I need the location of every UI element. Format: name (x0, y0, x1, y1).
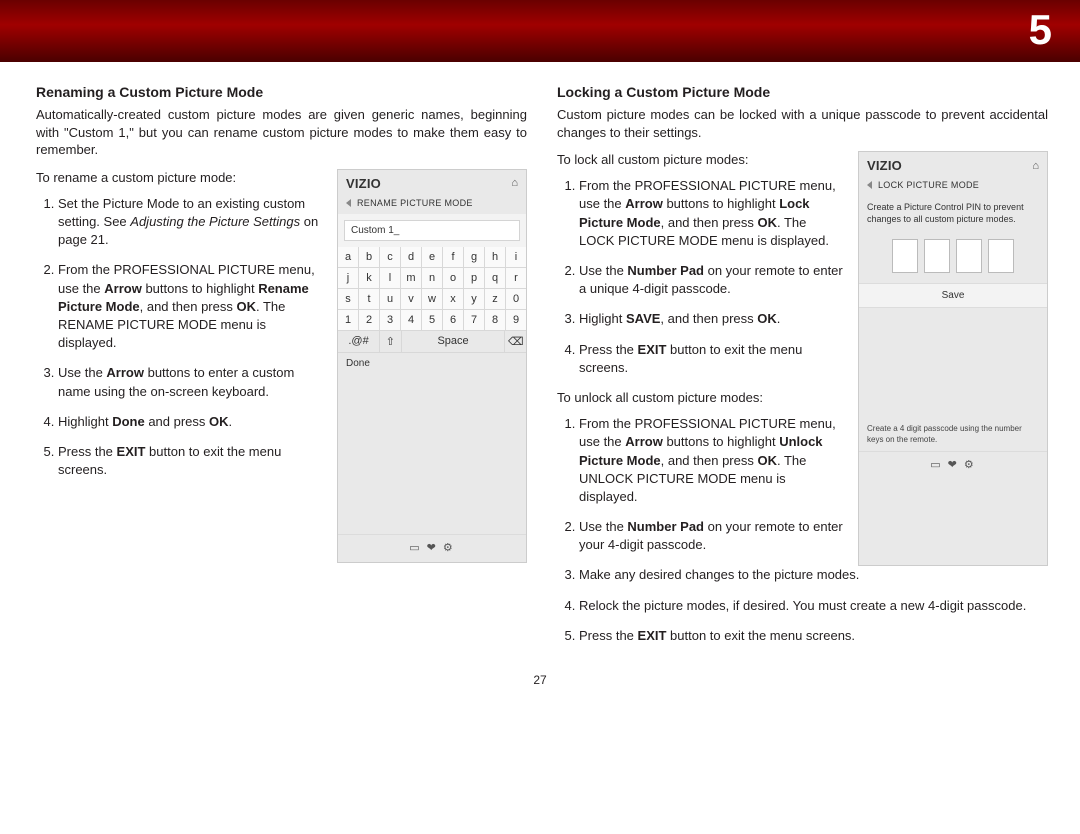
key[interactable]: u (380, 289, 401, 309)
left-lead: To rename a custom picture mode: (36, 169, 323, 187)
list-item: Set the Picture Mode to an existing cust… (58, 195, 323, 250)
page-number: 27 (0, 673, 1080, 697)
list-item: Press the EXIT button to exit the menu s… (579, 341, 844, 377)
key[interactable]: a (338, 247, 359, 267)
screen-footer-icons: ▭ ❤ ⚙ (338, 534, 526, 562)
key[interactable]: r (506, 268, 526, 288)
key[interactable]: x (443, 289, 464, 309)
list-item: From the PROFESSIONAL PICTURE menu, use … (579, 415, 844, 506)
key[interactable]: d (401, 247, 422, 267)
key[interactable]: 3 (380, 310, 401, 330)
key[interactable]: h (485, 247, 506, 267)
key[interactable]: l (380, 268, 401, 288)
chapter-number: 5 (1029, 6, 1052, 53)
pin-digit[interactable] (988, 239, 1014, 273)
key[interactable]: g (464, 247, 485, 267)
back-icon (867, 181, 872, 189)
pin-entry[interactable] (859, 233, 1047, 283)
screen-subtitle: LOCK PICTURE MODE (878, 180, 979, 190)
pin-digit[interactable] (924, 239, 950, 273)
chapter-bar: 5 (0, 0, 1080, 62)
key[interactable]: 6 (443, 310, 464, 330)
home-icon: ⌂ (511, 177, 518, 189)
key[interactable]: w (422, 289, 443, 309)
key[interactable]: n (422, 268, 443, 288)
left-section-title: Renaming a Custom Picture Mode (36, 84, 527, 100)
key[interactable]: 2 (359, 310, 380, 330)
lock-steps: From the PROFESSIONAL PICTURE menu, use … (557, 177, 844, 377)
key[interactable]: p (464, 268, 485, 288)
key[interactable]: 1 (338, 310, 359, 330)
key-done[interactable]: Done (338, 352, 526, 374)
right-section-title: Locking a Custom Picture Mode (557, 84, 1048, 100)
right-column: Locking a Custom Picture Mode Custom pic… (557, 84, 1048, 657)
key[interactable]: 8 (485, 310, 506, 330)
lock-footnote: Create a 4 digit passcode using the numb… (859, 418, 1047, 451)
list-item: Higlight SAVE, and then press OK. (579, 310, 844, 328)
back-icon (346, 199, 351, 207)
lock-screen: VIZIO ⌂ LOCK PICTURE MODE Create a Pictu… (858, 151, 1048, 566)
screen-logo: VIZIO (346, 176, 381, 191)
key[interactable]: 5 (422, 310, 443, 330)
key[interactable]: o (443, 268, 464, 288)
right-lead-lock: To lock all custom picture modes: (557, 151, 844, 169)
key[interactable]: f (443, 247, 464, 267)
key-backspace[interactable]: ⌫ (505, 331, 526, 352)
key[interactable]: k (359, 268, 380, 288)
key-shift[interactable]: ⇧ (380, 331, 402, 352)
key[interactable]: i (506, 247, 526, 267)
key[interactable]: j (338, 268, 359, 288)
screen-footer-icons: ▭ ❤ ⚙ (859, 451, 1047, 479)
pin-digit[interactable] (892, 239, 918, 273)
list-item: Highlight Done and press OK. (58, 413, 323, 431)
list-item: Relock the picture modes, if desired. Yo… (579, 597, 1048, 615)
key[interactable]: 7 (464, 310, 485, 330)
save-button[interactable]: Save (859, 283, 1047, 308)
right-lead-unlock: To unlock all custom picture modes: (557, 389, 844, 407)
onscreen-keyboard[interactable]: abcdefghi jklmnopqr stuvwxyz0 123456789 (338, 247, 526, 330)
list-item: Press the EXIT button to exit the menu s… (58, 443, 323, 479)
key[interactable]: c (380, 247, 401, 267)
keyboard-bottom-row: .@# ⇧ Space ⌫ (338, 330, 526, 352)
key[interactable]: s (338, 289, 359, 309)
home-icon: ⌂ (1032, 160, 1039, 172)
key[interactable]: b (359, 247, 380, 267)
unlock-steps-top: From the PROFESSIONAL PICTURE menu, use … (557, 415, 844, 554)
key[interactable]: t (359, 289, 380, 309)
key[interactable]: z (485, 289, 506, 309)
list-item: From the PROFESSIONAL PICTURE menu, use … (579, 177, 844, 250)
list-item: Press the EXIT button to exit the menu s… (579, 627, 1048, 645)
list-item: Make any desired changes to the picture … (579, 566, 1048, 584)
pin-digit[interactable] (956, 239, 982, 273)
key[interactable]: e (422, 247, 443, 267)
list-item: Use the Arrow buttons to enter a custom … (58, 364, 323, 400)
list-item: From the PROFESSIONAL PICTURE menu, use … (58, 261, 323, 352)
right-intro: Custom picture modes can be locked with … (557, 106, 1048, 141)
unlock-steps-bottom: Make any desired changes to the picture … (557, 566, 1048, 645)
key[interactable]: q (485, 268, 506, 288)
left-intro: Automatically-created custom picture mod… (36, 106, 527, 159)
rename-input[interactable]: Custom 1_ (344, 220, 520, 241)
left-steps: Set the Picture Mode to an existing cust… (36, 195, 323, 479)
key[interactable]: v (401, 289, 422, 309)
screen-logo: VIZIO (867, 158, 902, 173)
key[interactable]: 0 (506, 289, 526, 309)
list-item: Use the Number Pad on your remote to ent… (579, 262, 844, 298)
rename-screen: VIZIO ⌂ RENAME PICTURE MODE Custom 1_ ab… (337, 169, 527, 563)
lock-description: Create a Picture Control PIN to prevent … (859, 196, 1047, 233)
key[interactable]: 9 (506, 310, 526, 330)
screen-subtitle: RENAME PICTURE MODE (357, 198, 473, 208)
key-symbols[interactable]: .@# (338, 331, 380, 352)
key-space[interactable]: Space (402, 331, 506, 352)
key[interactable]: y (464, 289, 485, 309)
list-item: Use the Number Pad on your remote to ent… (579, 518, 844, 554)
key[interactable]: 4 (401, 310, 422, 330)
left-column: Renaming a Custom Picture Mode Automatic… (36, 84, 527, 657)
key[interactable]: m (401, 268, 422, 288)
